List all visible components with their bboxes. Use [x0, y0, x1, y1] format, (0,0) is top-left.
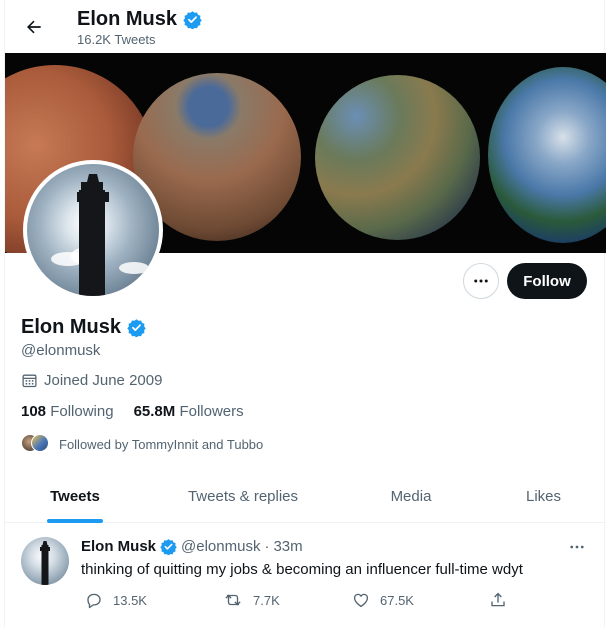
tab-tweets-and-replies[interactable]: Tweets & replies [145, 470, 341, 523]
tab-label: Tweets [50, 488, 100, 505]
heart-icon [353, 593, 369, 608]
joined-text: Joined June 2009 [44, 372, 163, 389]
tweet-timestamp[interactable]: 33m [273, 538, 302, 555]
followed-by[interactable]: Followed by TommyInnit and Tubbo [21, 434, 263, 454]
tab-label: Tweets & replies [187, 488, 299, 505]
followers-label: Followers [179, 403, 244, 420]
tweet-text: thinking of quitting my jobs & becoming … [81, 561, 523, 578]
profile-handle: @elonmusk [21, 342, 101, 359]
joined-date: Joined June 2009 [21, 372, 162, 389]
retweet-icon [225, 594, 241, 606]
tab-label: Likes [525, 488, 562, 505]
banner-planet [315, 75, 480, 240]
more-options-button[interactable] [463, 263, 499, 299]
reply-button[interactable]: 13.5K [85, 591, 147, 609]
header-tweet-count: 16.2K Tweets [77, 32, 156, 47]
tab-likes[interactable]: Likes [481, 470, 606, 523]
profile-page: Elon Musk 16.2K Tweets Follow Elon Musk … [4, 0, 606, 627]
retweet-button[interactable]: 7.7K [223, 591, 280, 609]
profile-tabs: Tweets Tweets & replies Media Likes [5, 470, 606, 523]
following-link[interactable]: 108 Following [21, 403, 114, 420]
followed-by-text: Followed by TommyInnit and Tubbo [59, 436, 264, 452]
avatar [31, 434, 49, 452]
tab-tweets[interactable]: Tweets [5, 470, 145, 523]
tweet-actions: 13.5K 7.7K 67.5K [81, 591, 511, 613]
follow-stats: 108 Following 65.8M Followers [21, 403, 244, 420]
starship-rocket [77, 174, 109, 296]
share-icon [491, 592, 505, 607]
reply-icon [87, 593, 101, 609]
top-bar: Elon Musk 16.2K Tweets [5, 0, 606, 53]
profile-name: Elon Musk [21, 316, 122, 338]
like-button[interactable]: 67.5K [352, 591, 414, 609]
profile-avatar[interactable] [23, 160, 163, 300]
reply-count: 13.5K [113, 592, 147, 608]
profile-name-row: Elon Musk [21, 316, 146, 339]
tweet-author-handle[interactable]: @elonmusk [181, 538, 260, 555]
followers-count: 65.8M [133, 403, 176, 420]
more-horizontal-icon [474, 279, 488, 283]
tweet-avatar[interactable] [21, 537, 69, 585]
followers-link[interactable]: 65.8M Followers [134, 403, 244, 420]
retweet-count: 7.7K [253, 592, 280, 608]
like-count: 67.5K [380, 592, 414, 608]
calendar-icon [22, 374, 37, 388]
followed-by-avatars [21, 434, 49, 454]
tweet-separator: · [264, 538, 270, 555]
following-label: Following [50, 403, 114, 420]
tweet-more-button[interactable] [565, 537, 589, 557]
tab-label: Media [390, 488, 432, 505]
header-title: Elon Musk [77, 8, 202, 31]
arrow-left-icon [27, 20, 41, 34]
back-button[interactable] [19, 12, 49, 42]
follow-button[interactable]: Follow [507, 263, 587, 299]
verified-badge-icon [160, 539, 177, 555]
banner-planet [488, 67, 606, 243]
following-count: 108 [21, 403, 47, 420]
tweet-header: Elon Musk @elonmusk · 33m [81, 538, 303, 555]
starship-rocket [40, 541, 50, 585]
tweet[interactable]: Elon Musk @elonmusk · 33m thinking of qu… [5, 523, 606, 627]
more-horizontal-icon [570, 545, 584, 549]
verified-badge-icon [183, 11, 202, 29]
header-name: Elon Musk [77, 8, 178, 30]
verified-badge-icon [127, 319, 146, 337]
tweet-author-name[interactable]: Elon Musk [81, 538, 156, 555]
share-button[interactable] [489, 591, 507, 609]
tab-media[interactable]: Media [341, 470, 481, 523]
